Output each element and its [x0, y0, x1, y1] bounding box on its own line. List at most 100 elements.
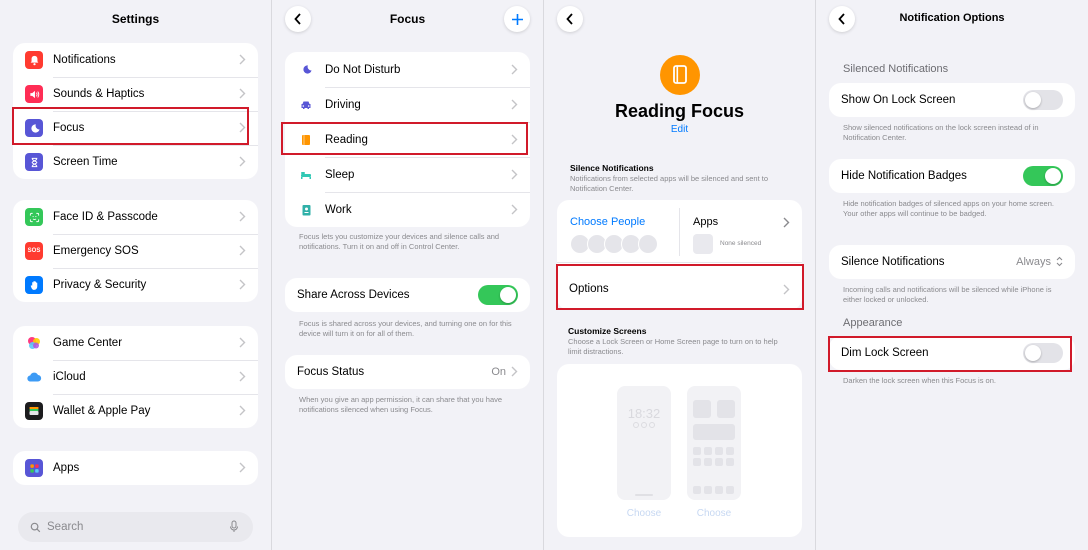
settings-item-label: Privacy & Security [53, 279, 147, 291]
settings-group-4: Apps [13, 451, 258, 485]
settings-item-focus[interactable]: Focus [13, 111, 258, 145]
reading-book-icon [660, 55, 700, 95]
settings-item-apps[interactable]: Apps [13, 451, 258, 485]
options-row[interactable]: Options [557, 270, 802, 308]
face-id-icon [25, 208, 43, 226]
settings-item-label: Game Center [53, 337, 123, 349]
settings-item-label: Focus [53, 122, 85, 134]
page-title: Settings [111, 12, 160, 26]
focus-mode-label: Reading [325, 133, 368, 146]
share-footnote: Focus is shared across your devices, and… [299, 319, 512, 338]
focus-mode-sleep[interactable]: Sleep [285, 157, 530, 192]
choose-people-label: Choose People [570, 216, 646, 228]
settings-item-wallet[interactable]: Wallet & Apple Pay [13, 394, 258, 428]
edit-link[interactable]: Edit [544, 124, 815, 135]
chevron-right-icon [239, 122, 246, 133]
people-placeholders [570, 234, 658, 254]
chevron-right-icon [511, 99, 518, 110]
chevron-right-icon [511, 204, 518, 215]
choose-people-cell[interactable]: Choose People [557, 200, 679, 262]
app-placeholder [693, 234, 713, 254]
settings-navbar: Settings [0, 0, 271, 40]
chevron-right-icon [783, 284, 790, 295]
customize-subtitle: Choose a Lock Screen or Home Screen page… [568, 337, 778, 356]
settings-item-label: Sounds & Haptics [53, 88, 145, 100]
settings-item-game-center[interactable]: Game Center [13, 326, 258, 360]
add-focus-button[interactable] [504, 6, 530, 32]
focus-screen: Focus Do Not Disturb Driving Reading Sle… [272, 0, 544, 550]
settings-item-emergency-sos[interactable]: SOS Emergency SOS [13, 234, 258, 268]
silence-header: Silence Notifications [570, 163, 654, 173]
silence-notifications-footnote: Incoming calls and notifications will be… [843, 285, 1052, 304]
notification-options-navbar: Notification Options [816, 0, 1088, 40]
settings-item-icloud[interactable]: iCloud [13, 360, 258, 394]
lock-screen-time: 18:32 [627, 406, 661, 421]
car-icon [297, 100, 315, 110]
settings-item-screen-time[interactable]: Screen Time [13, 145, 258, 179]
microphone-icon[interactable] [229, 520, 239, 533]
show-on-lock-screen-toggle[interactable] [1023, 90, 1063, 110]
apps-cell[interactable]: Apps None silenced [680, 200, 802, 262]
dim-lock-screen-toggle[interactable] [1023, 343, 1063, 363]
hide-badges-group: Hide Notification Badges [829, 159, 1075, 193]
book-icon [297, 134, 315, 146]
wallet-icon [25, 402, 43, 420]
reading-focus-screen: Reading Focus Edit Silence Notifications… [544, 0, 816, 550]
moon-icon [297, 64, 315, 75]
hide-badges-toggle[interactable] [1023, 166, 1063, 186]
focus-status-group: Focus Status On [285, 355, 530, 389]
chevron-right-icon [783, 217, 790, 228]
home-screen-preview[interactable] [687, 386, 741, 500]
focus-mode-label: Sleep [325, 168, 355, 181]
speaker-icon [25, 85, 43, 103]
share-across-devices-toggle[interactable] [478, 285, 518, 305]
focus-mode-reading[interactable]: Reading [285, 122, 530, 157]
settings-screen: Settings Notifications Sounds & Haptics [0, 0, 272, 550]
back-button[interactable] [557, 6, 583, 32]
settings-item-privacy[interactable]: Privacy & Security [13, 268, 258, 302]
dim-lock-screen-row: Dim Lock Screen [829, 336, 1075, 370]
choose-home-screen[interactable]: Choose [687, 508, 741, 519]
chevron-up-down-icon [1056, 256, 1063, 267]
settings-item-label: Face ID & Passcode [53, 211, 158, 223]
focus-mode-do-not-disturb[interactable]: Do Not Disturb [285, 52, 530, 87]
hourglass-icon [25, 153, 43, 171]
choose-lock-screen[interactable]: Choose [617, 508, 671, 519]
focus-modes-footnote: Focus lets you customize your devices an… [299, 232, 500, 251]
focus-status-value: On [491, 366, 506, 378]
search-placeholder: Search [47, 521, 84, 533]
settings-item-label: Apps [53, 462, 80, 474]
share-across-devices-row: Share Across Devices [285, 278, 530, 312]
chevron-right-icon [511, 64, 518, 75]
show-lock-footnote: Show silenced notifications on the lock … [843, 123, 1039, 142]
focus-status-row[interactable]: Focus Status On [285, 355, 530, 389]
chevron-right-icon [239, 371, 246, 382]
silence-notifications-row[interactable]: Silence Notifications Always [829, 245, 1075, 279]
settings-item-sounds[interactable]: Sounds & Haptics [13, 77, 258, 111]
focus-mode-work[interactable]: Work [285, 192, 530, 227]
appearance-header: Appearance [843, 317, 903, 329]
dim-lock-group: Dim Lock Screen [829, 336, 1075, 370]
bell-icon [25, 51, 43, 69]
settings-item-notifications[interactable]: Notifications [13, 43, 258, 77]
page-title: Focus [389, 12, 426, 26]
chevron-right-icon [239, 462, 246, 473]
notification-options-screen: Notification Options Silenced Notificati… [816, 0, 1088, 550]
share-across-devices-group: Share Across Devices [285, 278, 530, 312]
focus-status-footnote: When you give an app permission, it can … [299, 395, 503, 414]
none-silenced-label: None silenced [720, 240, 762, 247]
settings-group-3: Game Center iCloud Wallet & Apple Pay [13, 326, 258, 428]
settings-item-face-id[interactable]: Face ID & Passcode [13, 200, 258, 234]
apps-grid-icon [25, 459, 43, 477]
focus-mode-driving[interactable]: Driving [285, 87, 530, 122]
silenced-notifications-header: Silenced Notifications [843, 63, 949, 75]
settings-item-label: Wallet & Apple Pay [53, 405, 151, 417]
lock-screen-preview[interactable]: 18:32 [617, 386, 671, 500]
bed-icon [297, 170, 315, 180]
silence-subtitle: Notifications from selected apps will be… [570, 174, 769, 193]
chevron-right-icon [239, 54, 246, 65]
settings-item-label: Screen Time [53, 156, 118, 168]
chevron-right-icon [511, 169, 518, 180]
search-bar[interactable]: Search [18, 512, 253, 542]
reading-navbar [544, 0, 815, 40]
